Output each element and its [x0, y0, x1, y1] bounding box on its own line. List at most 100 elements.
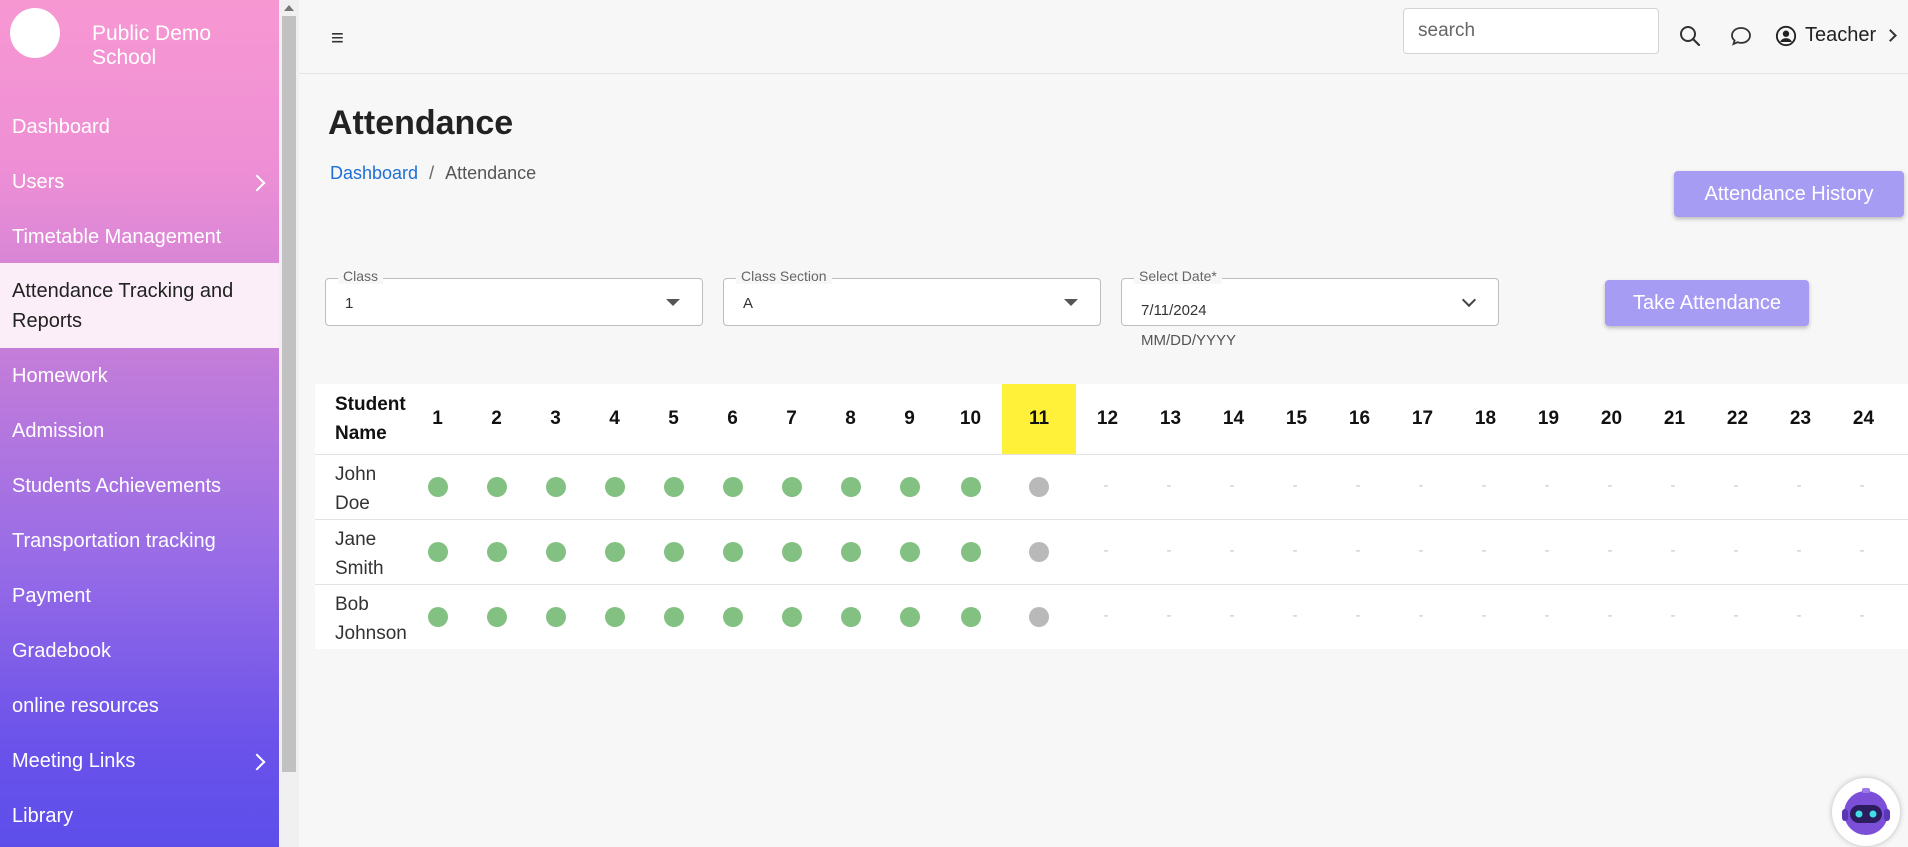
brand: Public Demo School: [0, 0, 279, 70]
day-header-21: 21: [1663, 408, 1686, 429]
present-dot[interactable]: [722, 477, 743, 497]
no-record-dash: -: [1796, 477, 1802, 494]
present-dot[interactable]: [781, 477, 802, 497]
sidebar-item-payment[interactable]: Payment: [0, 574, 279, 619]
present-dot[interactable]: [899, 542, 920, 562]
dropdown-arrow-icon: [1064, 299, 1078, 306]
no-record-dash: -: [1670, 607, 1676, 624]
sidebar-item-dashboard[interactable]: Dashboard: [0, 105, 279, 150]
present-dot[interactable]: [663, 477, 684, 497]
present-dot[interactable]: [604, 542, 625, 562]
no-record-dash: -: [1355, 542, 1361, 559]
sidebar-item-homework[interactable]: Homework: [0, 354, 279, 399]
school-name: Public Demo School: [92, 22, 212, 69]
chat-icon[interactable]: [1729, 24, 1753, 48]
sidebar-scrollbar[interactable]: [279, 0, 299, 847]
scrollbar-thumb[interactable]: [282, 16, 296, 772]
day-header-11: 11: [1002, 384, 1076, 454]
no-record-dash: -: [1796, 607, 1802, 624]
present-dot[interactable]: [545, 607, 566, 627]
take-attendance-button[interactable]: Take Attendance: [1605, 280, 1809, 326]
date-picker[interactable]: Select Date* 7/11/2024: [1121, 268, 1499, 326]
present-dot[interactable]: [427, 607, 448, 627]
sidebar-item-label: Meeting Links: [12, 750, 136, 772]
topbar: ≡ Teacher: [299, 0, 1908, 74]
class-select[interactable]: Class 1: [325, 268, 703, 326]
present-dot[interactable]: [604, 607, 625, 627]
present-dot[interactable]: [899, 477, 920, 497]
present-dot[interactable]: [722, 542, 743, 562]
present-dot[interactable]: [545, 477, 566, 497]
present-dot[interactable]: [486, 607, 507, 627]
sidebar-item-users[interactable]: Users: [0, 160, 279, 205]
no-record-dash: -: [1103, 607, 1109, 624]
present-dot[interactable]: [960, 542, 981, 562]
present-dot[interactable]: [486, 477, 507, 497]
no-record-dash: -: [1481, 542, 1487, 559]
class-section-select[interactable]: Class Section A: [723, 268, 1101, 326]
chevron-right-icon: [248, 174, 266, 191]
table-row: Jane Smith - - - - - - - - - - - - -: [315, 519, 1908, 584]
user-circle-icon: [1775, 25, 1797, 46]
no-record-dash: -: [1481, 477, 1487, 494]
sidebar-item-label: online resources: [12, 695, 159, 717]
present-dot[interactable]: [960, 477, 981, 497]
present-dot[interactable]: [486, 542, 507, 562]
present-dot[interactable]: [663, 607, 684, 627]
unmarked-dot[interactable]: [1029, 477, 1049, 497]
search-input[interactable]: [1403, 8, 1659, 54]
present-dot[interactable]: [781, 542, 802, 562]
no-record-dash: -: [1103, 477, 1109, 494]
no-record-dash: -: [1166, 542, 1172, 559]
present-dot[interactable]: [663, 542, 684, 562]
present-dot[interactable]: [427, 542, 448, 562]
sidebar-item-library[interactable]: Library: [0, 794, 279, 839]
no-record-dash: -: [1166, 477, 1172, 494]
no-record-dash: -: [1544, 477, 1550, 494]
sidebar-item-meeting-links[interactable]: Meeting Links: [0, 739, 279, 784]
present-dot[interactable]: [840, 607, 861, 627]
no-record-dash: -: [1418, 542, 1424, 559]
robot-assistant-icon[interactable]: [1832, 778, 1900, 846]
scroll-up-arrow-icon[interactable]: [284, 5, 294, 11]
sidebar-item-attendance[interactable]: Attendance Tracking and Reports: [0, 263, 279, 348]
sidebar-item-label: Timetable Management: [12, 226, 222, 248]
day-header-17: 17: [1411, 408, 1434, 429]
breadcrumb-dashboard-link[interactable]: Dashboard: [330, 163, 418, 183]
sidebar-item-achievements[interactable]: Students Achievements: [0, 464, 279, 509]
hamburger-icon[interactable]: ≡: [331, 25, 344, 51]
present-dot[interactable]: [840, 542, 861, 562]
sidebar-item-transportation[interactable]: Transportation tracking: [0, 519, 279, 564]
unmarked-dot[interactable]: [1029, 542, 1049, 562]
sidebar-item-online-resources[interactable]: online resources: [0, 684, 279, 729]
no-record-dash: -: [1229, 477, 1235, 494]
sidebar-item-label: Payment: [12, 585, 91, 607]
sidebar-item-admission[interactable]: Admission: [0, 409, 279, 454]
school-logo: [10, 8, 60, 58]
present-dot[interactable]: [899, 607, 920, 627]
dropdown-arrow-icon: [666, 299, 680, 306]
present-dot[interactable]: [427, 477, 448, 497]
user-menu[interactable]: Teacher: [1775, 24, 1898, 47]
sidebar-item-gradebook[interactable]: Gradebook: [0, 629, 279, 674]
present-dot[interactable]: [604, 477, 625, 497]
no-record-dash: -: [1607, 542, 1613, 559]
present-dot[interactable]: [545, 542, 566, 562]
attendance-history-button[interactable]: Attendance History: [1674, 171, 1904, 217]
no-record-dash: -: [1859, 542, 1865, 559]
present-dot[interactable]: [722, 607, 743, 627]
present-dot[interactable]: [840, 477, 861, 497]
no-record-dash: -: [1229, 542, 1235, 559]
present-dot[interactable]: [781, 607, 802, 627]
breadcrumb: Dashboard / Attendance: [330, 163, 536, 184]
day-header-15: 15: [1285, 408, 1308, 429]
present-dot[interactable]: [960, 607, 981, 627]
no-record-dash: -: [1733, 542, 1739, 559]
day-header-8: 8: [845, 408, 856, 429]
no-record-dash: -: [1166, 607, 1172, 624]
no-record-dash: -: [1607, 607, 1613, 624]
sidebar-item-timetable[interactable]: Timetable Management: [0, 215, 279, 260]
search-icon[interactable]: [1678, 24, 1702, 48]
unmarked-dot[interactable]: [1029, 607, 1049, 627]
chevron-down-icon[interactable]: [1461, 292, 1477, 308]
